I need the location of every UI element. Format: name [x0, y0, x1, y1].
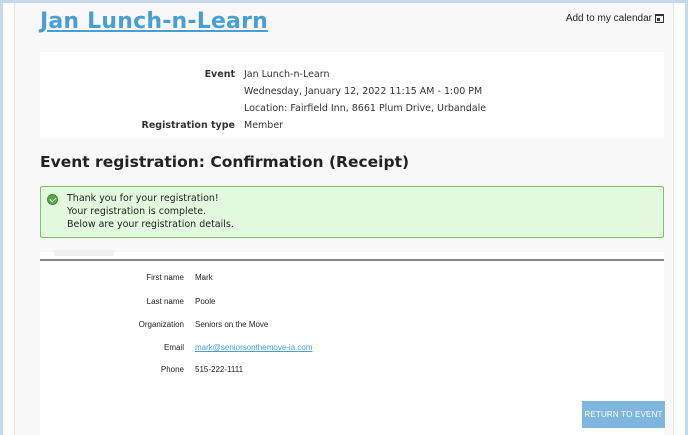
page-heading: Event registration: Confirmation (Receip… — [40, 153, 410, 171]
phone-label: Phone — [160, 365, 184, 374]
event-label: Event — [204, 69, 235, 80]
event-datetime: Wednesday, January 12, 2022 11:15 AM - 1… — [244, 86, 483, 97]
event-summary: Event Jan Lunch-n-Learn Wednesday, Janua… — [40, 52, 664, 138]
success-message: Thank you for your registration! Your re… — [40, 186, 664, 238]
registration-type-label: Registration type — [141, 120, 235, 131]
success-line-3: Below are your registration details. — [67, 219, 234, 230]
last-name-value: Poole — [195, 297, 216, 306]
success-line-1: Thank you for your registration! — [67, 193, 219, 204]
check-circle-icon — [47, 194, 58, 205]
first-name-label: First name — [146, 273, 184, 282]
calendar-icon — [655, 14, 664, 23]
email-label: Email — [163, 343, 184, 352]
first-name-value: Mark — [195, 273, 213, 282]
event-location: Location: Fairfield Inn, 8661 Plum Drive… — [244, 103, 487, 114]
event-title-link[interactable]: Jan Lunch-n-Learn — [40, 9, 268, 34]
organization-label: Organization — [138, 320, 184, 329]
registration-type-value: Member — [244, 120, 284, 131]
success-line-2: Your registration is complete. — [67, 206, 207, 217]
add-to-calendar-link[interactable]: Add to my calendar — [566, 13, 664, 24]
event-name: Jan Lunch-n-Learn — [244, 69, 330, 80]
return-to-event-button[interactable]: RETURN TO EVENT — [582, 401, 665, 428]
add-to-calendar-label: Add to my calendar — [565, 13, 652, 24]
details-divider — [40, 259, 664, 261]
last-name-label: Last name — [146, 297, 184, 306]
phone-value: 515-222-1111 — [195, 365, 244, 374]
faint-section-label — [54, 250, 114, 256]
registration-details: First name Mark Last name Poole Organiza… — [40, 250, 665, 435]
email-link[interactable]: mark@seniorsonthemove-ia.com — [195, 343, 313, 352]
organization-value: Seniors on the Move — [195, 320, 269, 329]
